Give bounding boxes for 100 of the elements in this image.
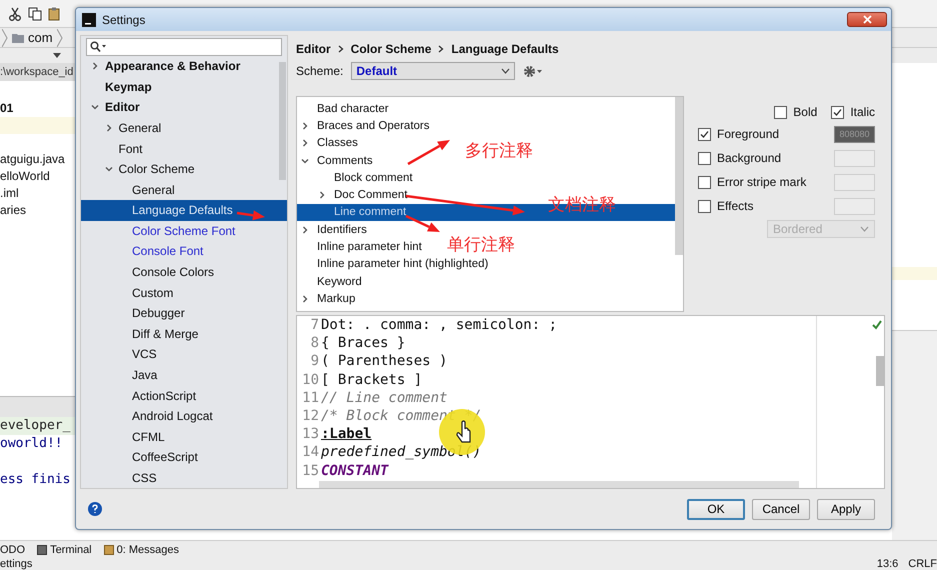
tree-item[interactable]: Classes [297,134,366,152]
line-number: 7 [310,316,319,334]
project-item[interactable]: elloWorld [0,168,75,185]
search-icon [90,41,106,52]
checkbox[interactable] [698,152,711,164]
tree-item[interactable]: Inline parameter hint [297,238,430,256]
tree-item[interactable]: Keyword [297,272,370,290]
scrollbar[interactable] [319,480,799,488]
dialog-button[interactable]: Cancel [752,498,810,520]
help-icon[interactable] [88,502,102,516]
sidebar-item[interactable]: Java [81,364,287,386]
tree-item[interactable]: Markup [297,290,364,308]
scrollbar[interactable] [675,97,683,255]
project-path: :\workspace_id [0,63,75,81]
chevron-down-icon[interactable] [91,103,99,112]
sidebar-item[interactable]: Language Defaults [81,200,287,221]
breadcrumb-item[interactable]: com [28,30,53,45]
sidebar-item[interactable]: VCS [81,344,287,365]
chevron-right-icon[interactable] [91,62,99,70]
line-number: 15 [301,462,319,480]
chevron-right-icon[interactable] [301,226,309,234]
project-item[interactable]: .iml [0,185,75,202]
sidebar-item[interactable]: Keymap [81,76,287,98]
chevron-down-icon[interactable] [301,156,309,165]
sidebar-item[interactable]: CoffeeScript [81,446,287,468]
dialog-button[interactable]: OK [687,498,745,520]
chevron-right-icon [438,45,444,53]
close-icon [862,15,872,24]
checkbox[interactable] [698,200,711,212]
checkbox-label[interactable]: Italic [850,105,875,119]
sidebar-item[interactable]: Console Font [81,241,287,262]
sidebar-item[interactable]: Android Logcat [81,406,287,426]
chevron-right-icon[interactable] [318,191,326,200]
checkbox-label[interactable]: Foreground [717,127,780,141]
sidebar-item[interactable]: Debugger [81,302,287,324]
app-icon [82,12,96,26]
color-swatch[interactable] [834,150,875,166]
chevron-down-icon[interactable] [104,165,112,174]
code-line: ( Parentheses ) [320,352,448,371]
gear-icon[interactable] [523,64,544,78]
sidebar-item[interactable]: Color Scheme [81,158,287,180]
tree-item[interactable]: Braces and Operators [297,117,438,135]
annotation-arrow [407,140,450,166]
sidebar-item[interactable]: Font [81,138,287,159]
search-field[interactable] [86,38,282,56]
tree-item[interactable]: Inline parameter hint (highlighted) [297,256,496,273]
code-line: predefined_symbol() [320,443,482,462]
dropdown-icon[interactable] [53,53,61,58]
checkbox-label[interactable]: Error stripe mark [717,175,806,189]
scheme-dropdown[interactable]: Default [351,62,516,80]
project-item[interactable]: atguigu.java [0,151,75,168]
tree-item[interactable]: Identifiers [297,221,375,238]
copy-icon[interactable] [28,6,42,20]
checkbox-label[interactable]: Effects [717,199,754,213]
tool-window-tab[interactable]: ODO [0,544,26,556]
clipboard-icon[interactable] [48,6,60,20]
scissors-icon[interactable] [8,6,22,20]
sidebar-item[interactable]: Appearance & Behavior [81,56,287,77]
chevron-right-icon[interactable] [301,294,309,303]
scrollbar[interactable] [876,356,884,386]
sidebar-item[interactable]: Editor [81,97,287,118]
chevron-right-icon[interactable] [104,124,112,132]
tool-window-tab[interactable]: 0: Messages [104,544,180,556]
sidebar-item[interactable]: Diff & Merge [81,324,287,344]
breadcrumb-item: Color Scheme [350,42,432,56]
terminal-icon [37,544,48,554]
tree-item[interactable]: Comments [297,152,381,170]
checkbox[interactable] [774,106,788,118]
code-line: // Line comment [320,388,448,407]
color-swatch[interactable] [834,198,875,214]
tree-item[interactable]: Doc Comment [297,186,416,204]
checkbox-label[interactable]: Bold [793,105,818,119]
sidebar-item[interactable]: CFML [81,426,287,447]
sidebar-item[interactable]: Color Scheme Font [81,220,287,242]
checkbox[interactable] [698,176,711,188]
tree-item[interactable]: Block comment [297,169,421,186]
tree-item[interactable]: Bad character [297,100,397,118]
project-item[interactable]: aries [0,202,75,219]
sidebar-item[interactable]: Custom [81,282,287,303]
sidebar-item[interactable]: Console Colors [81,262,287,282]
sidebar-item[interactable]: CSS [81,468,287,488]
line-number: 14 [301,443,319,462]
line-separator[interactable]: CRLF [908,558,937,570]
color-swatch[interactable] [834,174,875,190]
sidebar-item[interactable]: General [81,118,287,138]
dialog-button[interactable]: Apply [817,498,875,520]
chevron-right-icon[interactable] [301,122,309,130]
checkbox[interactable] [698,128,711,140]
checkbox[interactable] [831,106,844,118]
sidebar-item[interactable]: ActionScript [81,385,287,406]
checkbox-label[interactable]: Background [717,151,782,165]
sidebar-item[interactable]: General [81,179,287,200]
cursor-position[interactable]: 13:6 [876,558,898,570]
console-line: oworld!! [0,435,64,453]
close-button[interactable] [847,12,887,27]
chevron-right-icon[interactable] [301,139,309,148]
project-item[interactable]: 01 [0,100,75,117]
scrollbar[interactable] [279,62,286,180]
tool-window-tab[interactable]: Terminal [37,544,92,556]
line-number: 10 [301,370,319,389]
